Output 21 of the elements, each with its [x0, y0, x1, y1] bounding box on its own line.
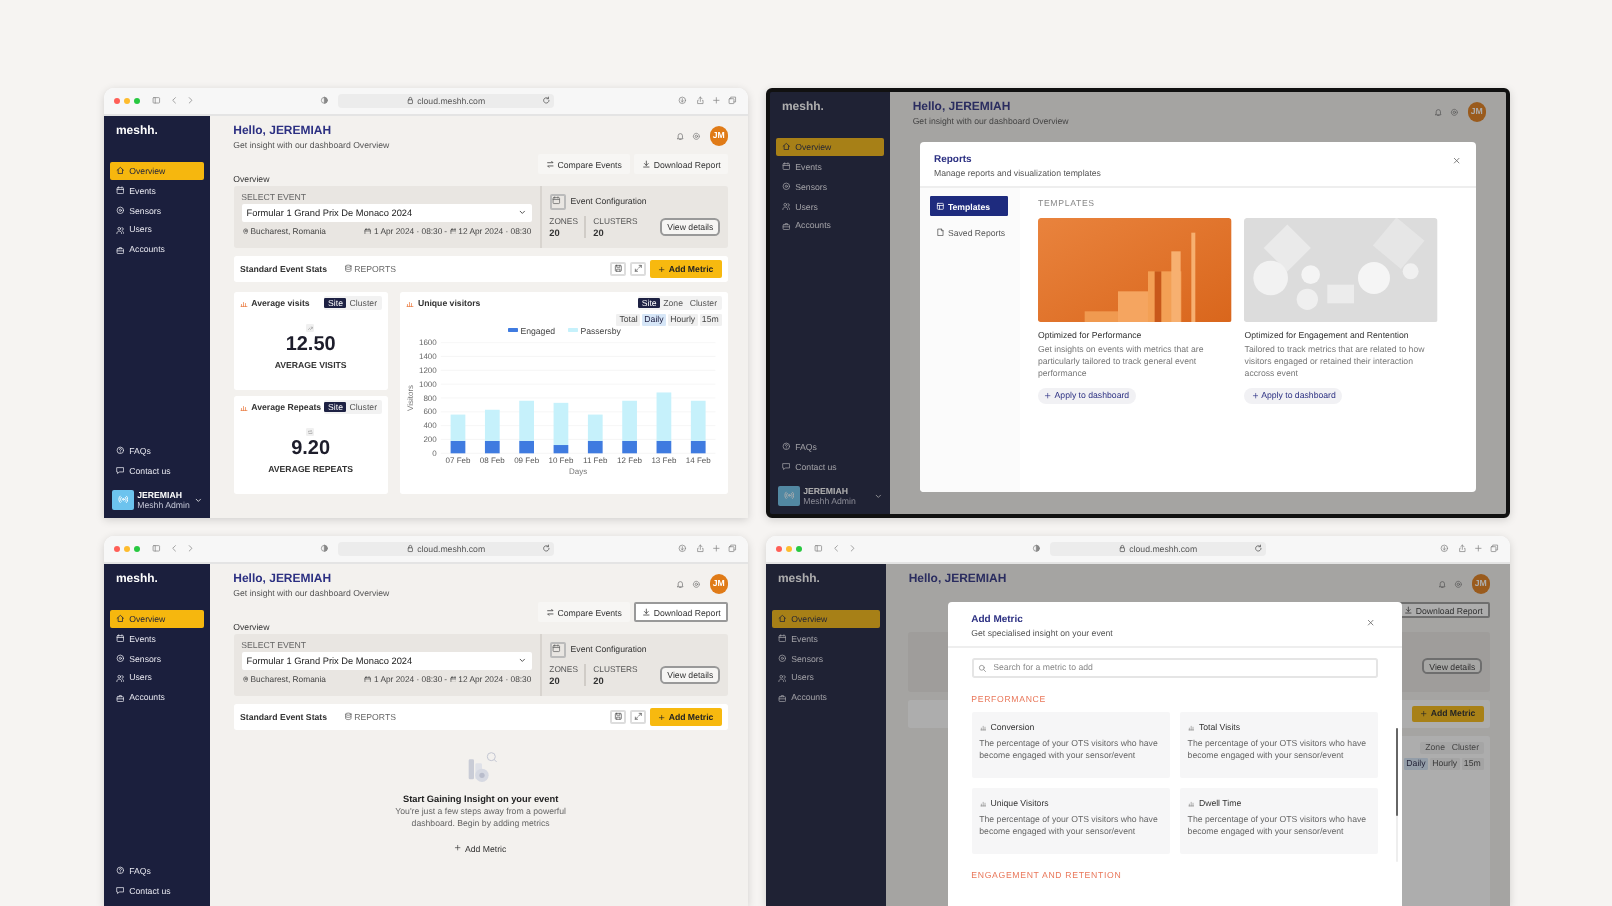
trend-icon: [306, 323, 315, 333]
repeat-icon: [306, 427, 315, 437]
close-button[interactable]: [776, 546, 783, 552]
maximize-button[interactable]: [133, 546, 140, 552]
close-button[interactable]: [114, 546, 121, 552]
expand-button[interactable]: [630, 709, 646, 725]
close-button[interactable]: [114, 98, 121, 104]
maximize-button[interactable]: [133, 98, 140, 104]
metric-value: 9.20: [291, 438, 331, 461]
contrast-icon: [319, 544, 328, 554]
expand-button[interactable]: [630, 261, 646, 277]
minimize-button[interactable]: [123, 98, 130, 104]
minimize-button[interactable]: [123, 546, 130, 552]
contrast-icon: [319, 96, 328, 106]
save-button[interactable]: [610, 709, 626, 725]
minimize-button[interactable]: [785, 546, 792, 552]
maximize-button[interactable]: [795, 546, 802, 552]
save-button[interactable]: [610, 261, 626, 277]
contrast-icon: [1031, 544, 1040, 554]
scrollbar[interactable]: [1395, 728, 1398, 862]
metric-value: 12.50: [285, 334, 336, 357]
